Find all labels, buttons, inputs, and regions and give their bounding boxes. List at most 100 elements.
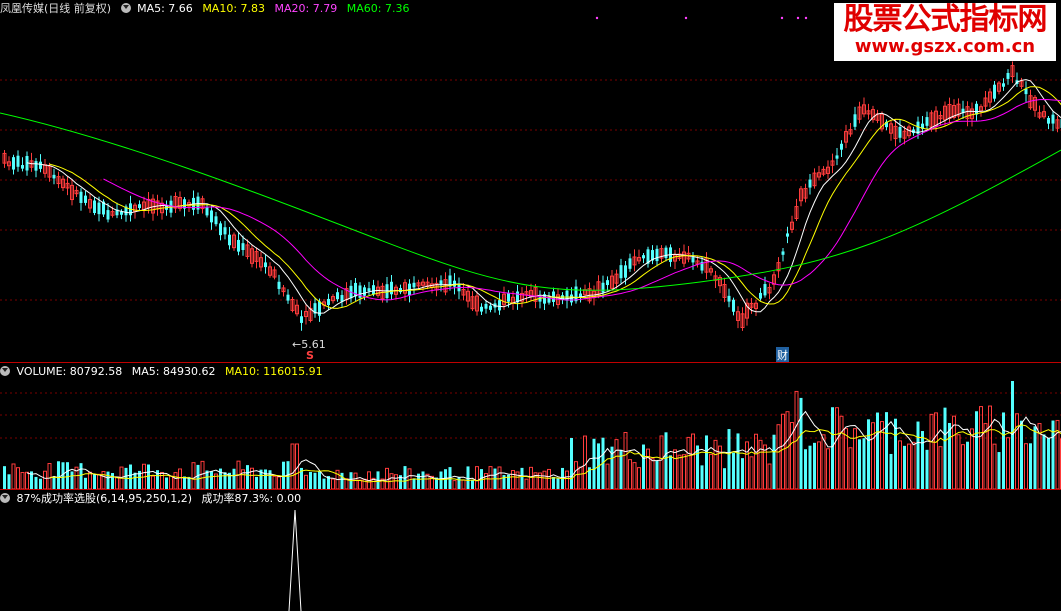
volume-bar: [7, 474, 11, 489]
volume-bar: [93, 474, 96, 489]
volume-bar: [556, 478, 560, 489]
volume-bar: [309, 472, 312, 489]
volume-label: VOLUME: 80792.58: [16, 365, 123, 378]
signal-cai-badge: 财: [776, 347, 789, 363]
candle-body: [16, 155, 20, 167]
settings-dropdown-icon[interactable]: [120, 3, 131, 13]
volume-bar: [997, 452, 1001, 489]
volume-bar: [732, 452, 735, 489]
volume-bar: [1006, 437, 1010, 489]
volume-bar: [835, 407, 839, 489]
volume-bar: [246, 465, 249, 489]
watermark-title: 股票公式指标网: [843, 2, 1048, 37]
indicator-settings-icon[interactable]: [0, 493, 10, 503]
volume-bar: [655, 460, 659, 489]
volume-bar: [889, 453, 893, 489]
volume-bar: [700, 465, 704, 489]
watermark-logo: 股票公式指标网 www.gszx.com.cn: [834, 3, 1056, 61]
ma10-line: [49, 86, 1061, 309]
volume-bar: [691, 433, 695, 489]
volume-bar: [20, 472, 25, 489]
candle-body: [97, 202, 101, 215]
volume-bar: [169, 475, 173, 489]
volume-bar: [938, 446, 943, 489]
volume-bar: [979, 406, 983, 489]
volume-bar: [1029, 443, 1032, 489]
candle-body: [120, 211, 123, 215]
candle-body: [277, 281, 281, 289]
candle-body: [1047, 117, 1050, 124]
indicator-panel[interactable]: 87%成功率选股(6,14,95,250,1,2) 成功率87.3%: 0.00: [0, 490, 1061, 611]
volume-bar: [988, 405, 992, 489]
volume-bar: [39, 478, 42, 489]
volume-bar: [191, 462, 196, 489]
candle-body: [808, 179, 812, 188]
volume-bar: [637, 467, 641, 489]
volume-bar: [813, 442, 816, 489]
volume-bar: [471, 480, 474, 489]
volume-bar: [804, 449, 807, 489]
candle-body: [975, 103, 978, 115]
volume-bar: [659, 435, 664, 489]
price-panel[interactable]: 凤凰传媒(日线 前复权) MA5: 7.66 MA10: 7.83 MA20: …: [0, 0, 1061, 363]
volume-bar: [686, 436, 691, 489]
volume-chart[interactable]: [0, 363, 1061, 489]
volume-bar: [331, 478, 335, 489]
volume-bar: [542, 470, 547, 489]
candle-body: [835, 155, 839, 159]
candle-body: [372, 285, 375, 295]
candle-body: [664, 247, 668, 259]
candle-body: [214, 216, 218, 225]
candle-body: [993, 84, 996, 99]
volume-bar: [677, 454, 682, 489]
volume-bar: [57, 461, 60, 489]
volume-bar: [669, 455, 672, 489]
volume-bar: [821, 434, 826, 489]
volume-bar: [758, 439, 763, 489]
volume-bar: [412, 478, 416, 489]
volume-bar: [129, 464, 132, 489]
candle-body: [732, 299, 735, 312]
volume-bar: [1047, 437, 1050, 489]
volume-bar: [570, 437, 573, 489]
volume-bar: [885, 412, 888, 489]
volume-bar: [210, 471, 213, 489]
volume-bar: [70, 471, 74, 489]
volume-bar: [565, 470, 569, 489]
candle-body: [759, 292, 762, 299]
volume-bar: [696, 445, 699, 489]
volume-bar: [264, 469, 267, 489]
candle-body: [642, 255, 645, 259]
volume-bar: [318, 471, 321, 489]
indicator-chart[interactable]: [0, 490, 1061, 611]
candle-body: [34, 161, 38, 171]
volume-bar: [848, 447, 853, 489]
volume-bar: [407, 468, 412, 489]
volume-bar: [47, 463, 52, 489]
volume-bar: [1051, 420, 1055, 489]
volume-bar: [115, 476, 119, 489]
volume-bar: [956, 434, 961, 489]
volume-bar: [664, 432, 668, 489]
candle-body: [390, 281, 393, 295]
volume-bar: [799, 397, 803, 489]
volume-bar: [961, 444, 965, 489]
volume-panel[interactable]: VOLUME: 80792.58 MA5: 84930.62 MA10: 116…: [0, 363, 1061, 489]
candle-body: [219, 223, 222, 236]
volume-bar: [767, 463, 772, 489]
candle-body: [223, 227, 227, 235]
candle-body: [840, 143, 843, 150]
volume-bar: [529, 466, 533, 489]
candle-body: [507, 292, 510, 302]
candle-body: [79, 191, 83, 203]
candle-body: [489, 305, 492, 310]
candle-body: [1002, 83, 1005, 87]
volume-bar: [650, 458, 655, 489]
volume-settings-icon[interactable]: [0, 366, 10, 376]
volume-bar: [304, 474, 308, 489]
candle-body: [412, 282, 416, 288]
indicator-value-label: 成功率87.3%: 0.00: [201, 492, 302, 505]
volume-bar: [290, 443, 295, 489]
volume-bar: [952, 415, 956, 489]
volume-bar: [511, 470, 515, 489]
